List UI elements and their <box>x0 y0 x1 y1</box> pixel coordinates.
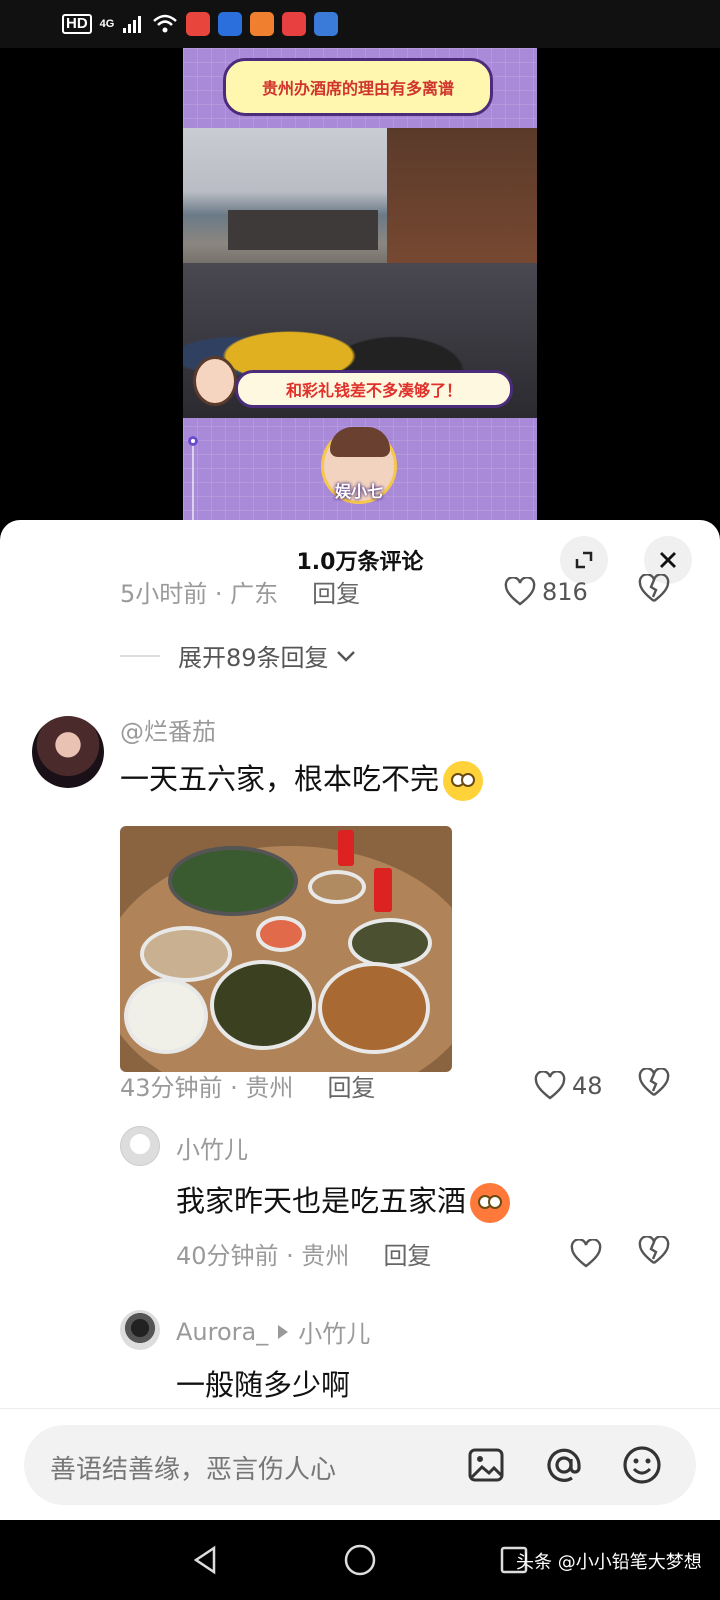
emoji-button[interactable] <box>620 1443 664 1487</box>
dish-plate <box>348 918 432 968</box>
time-location: 43分钟前 · 贵州 <box>120 1074 294 1102</box>
reply-arrow-icon <box>278 1324 289 1339</box>
app-notification-icon <box>282 12 307 36</box>
dislike-button[interactable] <box>638 572 670 610</box>
emoji-icon <box>623 1446 661 1484</box>
hd-indicator: HD <box>62 14 92 34</box>
broken-heart-icon <box>638 572 670 602</box>
comment-input[interactable]: 善语结善缘，恶言伤人心 <box>24 1425 696 1505</box>
comment-username[interactable]: @烂番茄 <box>120 712 216 747</box>
video-caption: 和彩礼钱差不多凑够了！ <box>235 370 513 408</box>
comment-text-content: 一天五六家，根本吃不完 <box>120 762 440 796</box>
broken-heart-icon <box>638 1066 670 1096</box>
comment-text: 一天五六家，根本吃不完 <box>120 756 484 801</box>
comment-image[interactable] <box>120 826 452 1072</box>
hotpot-dish <box>168 846 298 916</box>
avatar[interactable] <box>120 1126 160 1166</box>
back-button[interactable] <box>186 1540 226 1580</box>
reply-text: 一般随多少啊 <box>176 1368 351 1402</box>
back-triangle-icon <box>193 1545 216 1575</box>
broken-heart-icon <box>638 1234 670 1264</box>
reply-text: 我家昨天也是吃五家酒 <box>176 1178 511 1223</box>
like-count: 816 <box>542 577 588 606</box>
reply-button[interactable]: 回复 <box>312 574 360 609</box>
egg-plate <box>124 978 208 1054</box>
heart-icon <box>504 576 536 606</box>
reply-to-user[interactable]: 小竹儿 <box>298 1314 370 1349</box>
wifi-icon <box>153 14 178 33</box>
divider <box>120 654 160 657</box>
reply-username: Aurora_ 小竹儿 <box>176 1314 370 1349</box>
comments-sheet: 1.0万条评论 5小时前 · 广东 回复 816 展开89条回复 @烂番茄 一天… <box>0 520 720 1520</box>
like-button[interactable]: 816 <box>504 576 588 607</box>
signal-icon <box>123 16 142 33</box>
dish-plate <box>140 926 232 982</box>
mention-button[interactable] <box>542 1443 586 1487</box>
prev-comment-meta: 5小时前 · 广东 回复 816 <box>120 572 680 610</box>
like-count: 48 <box>572 1071 603 1100</box>
avatar[interactable] <box>120 1310 160 1350</box>
like-button[interactable]: 48 <box>534 1070 603 1101</box>
progress-line <box>192 446 194 520</box>
reply-button[interactable]: 回复 <box>327 1068 375 1103</box>
app-notification-icon <box>186 12 211 36</box>
dish-plate <box>318 962 430 1054</box>
soda-can <box>374 868 392 912</box>
author-badge-name: 娱小七 <box>334 482 383 501</box>
heart-icon <box>534 1070 566 1100</box>
photo-wooden-house <box>387 128 537 278</box>
mascot-avatar-small <box>193 356 237 406</box>
dislike-button[interactable] <box>638 1234 670 1272</box>
expand-icon <box>575 551 593 569</box>
progress-dot[interactable] <box>188 436 198 446</box>
app-notification-icon <box>314 12 339 36</box>
chevron-down-icon <box>336 650 355 662</box>
network-indicator: 4G <box>99 17 115 30</box>
reply-meta: 40分钟前 · 贵州 回复 <box>176 1234 680 1272</box>
like-button[interactable] <box>570 1238 602 1269</box>
time-location: 40分钟前 · 贵州 <box>176 1242 350 1270</box>
reply-username[interactable]: 小竹儿 <box>176 1130 248 1165</box>
drooling-emoji-icon <box>470 1183 511 1223</box>
reply-author[interactable]: Aurora_ <box>176 1318 268 1346</box>
reply-button[interactable]: 回复 <box>383 1236 431 1271</box>
at-icon <box>547 1448 581 1482</box>
soda-can <box>338 830 354 866</box>
close-icon <box>660 552 676 568</box>
expand-replies-button[interactable]: 展开89条回复 <box>120 638 357 673</box>
navigation-bar: 头条 @小小铅笔大梦想 <box>0 1520 720 1600</box>
input-placeholder: 善语结善缘，恶言伤人心 <box>50 1455 337 1485</box>
dish-plate <box>308 870 366 904</box>
dish-plate <box>210 960 316 1050</box>
avatar[interactable] <box>32 716 104 788</box>
home-circle-icon <box>344 1544 376 1576</box>
heart-icon <box>570 1238 602 1268</box>
video-player[interactable]: 贵州办酒席的理由有多离谱 和彩礼钱差不多凑够了！ 娱小七 <box>183 48 537 520</box>
image-button[interactable] <box>464 1443 508 1487</box>
expand-replies-label: 展开89条回复 <box>178 644 329 672</box>
home-button[interactable] <box>340 1540 380 1580</box>
reply-text-content: 我家昨天也是吃五家酒 <box>176 1184 467 1218</box>
time-location: 5小时前 · 广东 <box>120 580 279 608</box>
comment-input-bar: 善语结善缘，恶言伤人心 <box>0 1408 720 1518</box>
comment-meta: 43分钟前 · 贵州 回复 48 <box>120 1066 680 1104</box>
dizzy-emoji-icon <box>443 761 484 801</box>
app-notification-icon <box>218 12 243 36</box>
dish-plate <box>256 916 306 952</box>
app-notification-icon <box>250 12 275 36</box>
image-icon <box>468 1448 504 1482</box>
video-title: 贵州办酒席的理由有多离谱 <box>223 58 493 116</box>
photo-roof <box>228 210 378 250</box>
dislike-button[interactable] <box>638 1066 670 1104</box>
comments-title: 1.0万条评论 <box>296 550 424 575</box>
status-bar: HD 4G <box>0 0 720 48</box>
watermark: 头条 @小小铅笔大梦想 <box>516 1552 702 1573</box>
